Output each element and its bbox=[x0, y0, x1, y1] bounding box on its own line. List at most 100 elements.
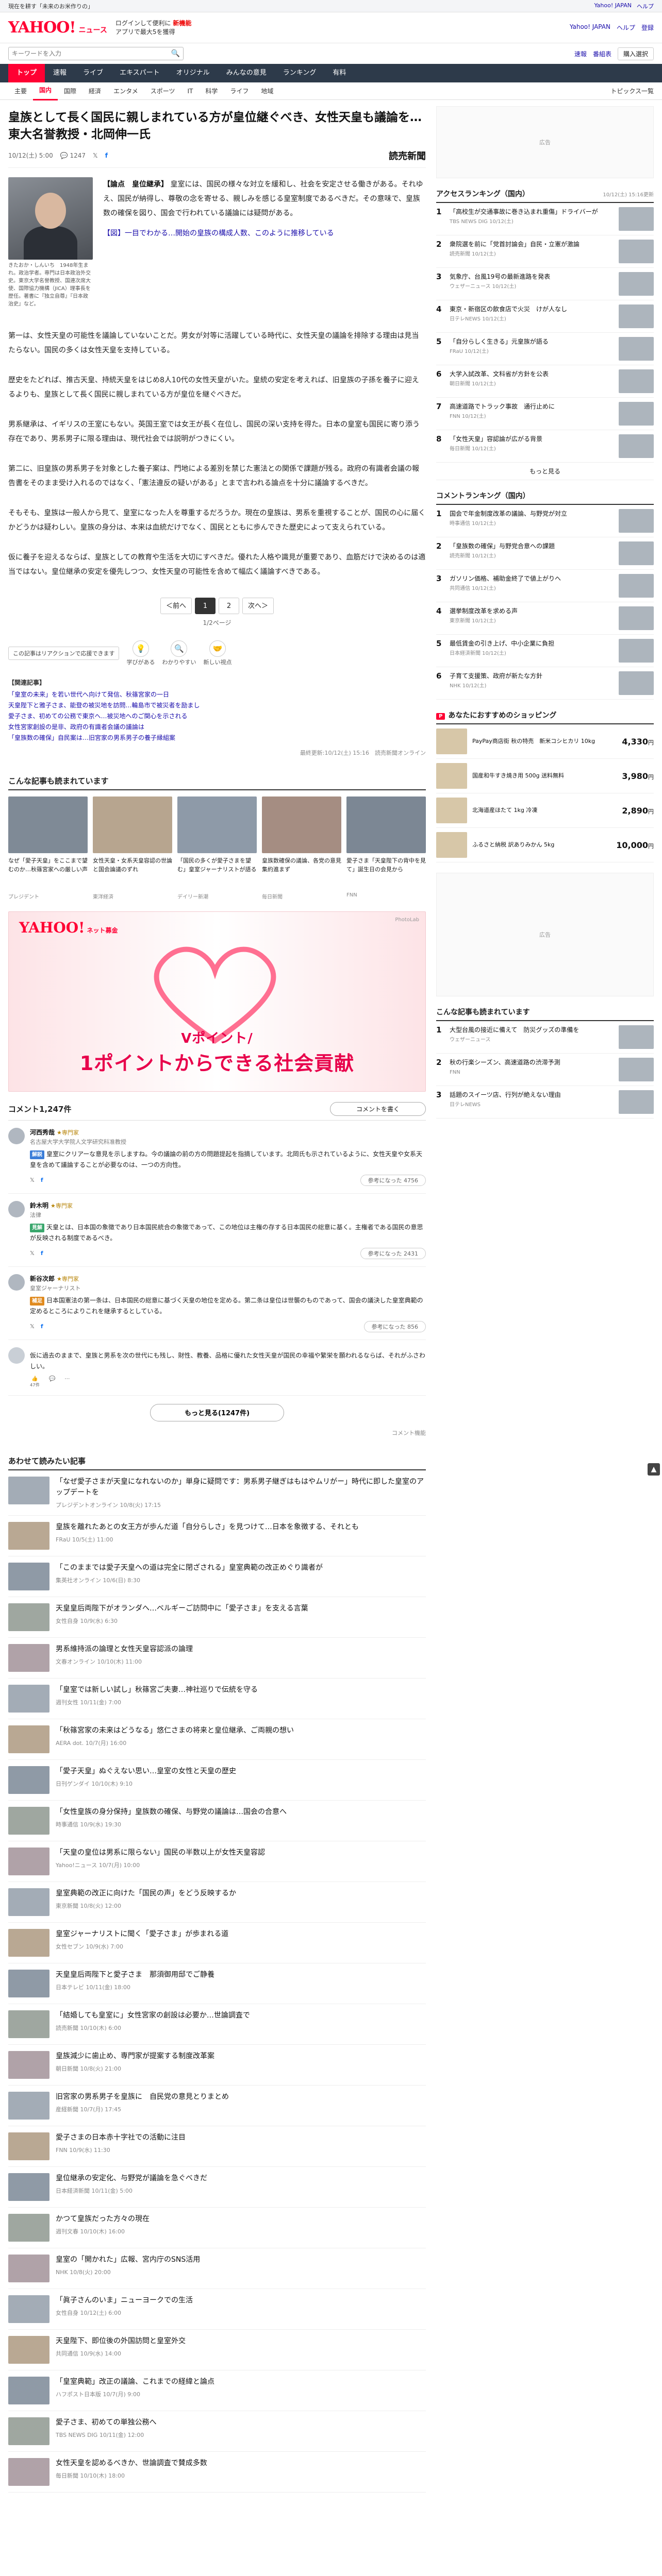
ranking-item[interactable]: 6 子育て支援策、政府が新たな方針 NHK 10/12(土) bbox=[436, 667, 654, 700]
shop-item[interactable]: 国産和牛すき焼き用 500g 送料無料 3,980円 bbox=[436, 759, 654, 793]
header-link-yahoo[interactable]: Yahoo! JAPAN bbox=[570, 23, 610, 32]
pick-card[interactable]: 皇族数確保の議論、各党の意見集約進まず 毎日新聞 bbox=[262, 796, 341, 900]
pick-card[interactable]: 女性天皇・女系天皇容認の世論と国会論議のずれ 東洋経済 bbox=[93, 796, 172, 900]
ranking-item[interactable]: 1 大型台風の接近に備えて 防災グッズの準備を ウェザーニュース bbox=[436, 1021, 654, 1054]
ranking-item[interactable]: 2 「皇族数の確保」与野党合意への課題 読売新聞 10/12(土) bbox=[436, 537, 654, 570]
tab-science[interactable]: 科学 bbox=[199, 82, 224, 100]
comment-author[interactable]: 鈴木明 bbox=[30, 1202, 48, 1209]
related-link[interactable]: 女性宮家創設の是非、政府の有識者会議の議論は bbox=[8, 722, 426, 733]
cat-original[interactable]: オリジナル bbox=[168, 64, 218, 82]
also-read-item[interactable]: 「愛子天皇」ぬぐえない思い…皇室の女性と天皇の歴史 日刊ゲンダイ 10/10(木)… bbox=[8, 1760, 426, 1801]
ranking-item[interactable]: 1 「高校生が交通事故に巻き込まれ重傷」ドライバーが TBS NEWS DIG 10… bbox=[436, 203, 654, 235]
also-read-item[interactable]: 皇室典範の改正に向けた「国民の声」をどう反映するか 東京新聞 10/8(火) 12… bbox=[8, 1882, 426, 1923]
share-facebook-icon[interactable]: f bbox=[41, 1250, 43, 1257]
ranking-item[interactable]: 3 ガソリン価格、補助金終了で値上がりへ 共同通信 10/12(土) bbox=[436, 570, 654, 602]
write-comment-button[interactable]: コメントを書く bbox=[329, 1101, 426, 1116]
tab-domestic[interactable]: 国内 bbox=[33, 81, 58, 100]
scroll-top-button[interactable]: ▲ bbox=[648, 1463, 660, 1476]
also-read-item[interactable]: 「このままでは愛子天皇への道は完全に閉ざされる」皇室典範の改正めぐり識者が 集英社… bbox=[8, 1556, 426, 1598]
ranking-item[interactable]: 4 東京・新宿区の飲食店で火災 けが人なし 日テレNEWS 10/12(土) bbox=[436, 300, 654, 333]
reaction-clear[interactable]: 🔍 わかりやすい bbox=[162, 640, 196, 666]
more-icon[interactable]: ⋯ bbox=[64, 1376, 70, 1388]
sidebar-ad-2[interactable]: 広告 bbox=[436, 873, 654, 996]
ranking-item[interactable]: 2 衆院選を前に「党首討論会」自民・立憲が激論 読売新聞 10/12(土) bbox=[436, 235, 654, 268]
ranking-item[interactable]: 3 話題のスイーツ店、行列が絶えない理由 日テレNEWS bbox=[436, 1086, 654, 1118]
also-read-item[interactable]: 「皇室では新しい試し」秋篠宮ご夫妻…神社巡りで伝統を守る 週刊女性 10/11(金… bbox=[8, 1679, 426, 1720]
cat-opinion[interactable]: みんなの意見 bbox=[218, 64, 275, 82]
ad-banner[interactable]: YAHOO! ネット募金 PhotoLab Vポイント/1ポイントからできる社会貢… bbox=[8, 911, 426, 1092]
comment-author[interactable]: 河西秀哉 bbox=[30, 1129, 55, 1136]
tab-economy[interactable]: 経済 bbox=[82, 82, 107, 100]
ranking-item[interactable]: 7 高速道路でトラック事故 通行止めに FNN 10/12(土) bbox=[436, 398, 654, 430]
share-x-icon[interactable]: 𝕏 bbox=[30, 1177, 35, 1183]
comment-author[interactable]: 新谷次郎 bbox=[30, 1275, 55, 1282]
topics-list-link[interactable]: トピックス一覧 bbox=[610, 87, 654, 95]
sidebar-ad[interactable]: 広告 bbox=[436, 106, 654, 178]
shop-item[interactable]: PayPay商店街 秋の特売 新米コシヒカリ 10kg 4,330円 bbox=[436, 724, 654, 759]
pick-card[interactable]: なぜ「愛子天皇」をここまで望むのか…秋篠宮家への厳しい声 プレジデント bbox=[8, 796, 88, 900]
also-read-item[interactable]: 皇位継承の安定化、与野党が議論を急ぐべきだ 日本経済新聞 10/11(金) 5:0… bbox=[8, 2167, 426, 2208]
also-read-item[interactable]: 「皇室典範」改正の議論、これまでの経緯と論点 ハフポスト日本版 10/7(月) 9… bbox=[8, 2370, 426, 2412]
reply-icon[interactable]: 💬 bbox=[49, 1376, 55, 1388]
shop-item[interactable]: 北海道産ほたて 1kg 冷凍 2,890円 bbox=[436, 793, 654, 828]
share-x-icon[interactable]: 𝕏 bbox=[93, 152, 98, 159]
agree-button[interactable]: 参考になった 4756 bbox=[360, 1174, 426, 1186]
ranking-item[interactable]: 1 国会で年金制度改革の議論、与野党が対立 時事通信 10/12(土) bbox=[436, 505, 654, 537]
like-icon[interactable]: 👍 47件 bbox=[30, 1376, 40, 1388]
ranking-item[interactable]: 3 気象庁、台風19号の最新進路を発表 ウェザーニュース 10/12(土) bbox=[436, 268, 654, 300]
also-read-item[interactable]: 天皇皇后両陛下と愛子さま 那須御用邸でご静養 日本テレビ 10/11(金) 18:… bbox=[8, 1963, 426, 2005]
cat-ranking[interactable]: ランキング bbox=[275, 64, 325, 82]
share-facebook-icon[interactable]: f bbox=[105, 152, 108, 159]
tab-international[interactable]: 国際 bbox=[58, 82, 82, 100]
related-link[interactable]: 愛子さま、初めての公務で東京へ…被災地へのご関心を示される bbox=[8, 711, 426, 722]
top-link-help[interactable]: ヘルプ bbox=[637, 2, 654, 10]
avatar[interactable] bbox=[8, 1274, 25, 1291]
also-read-item[interactable]: 女性天皇を認めるべきか、世論調査で賛成多数 毎日新聞 10/10(木) 18:00 bbox=[8, 2452, 426, 2493]
also-read-item[interactable]: 「女性皇族の身分保持」皇族数の確保、与野党の議論は…国会の合意へ 時事通信 10/… bbox=[8, 1801, 426, 1842]
also-read-item[interactable]: 男系維持派の論理と女性天皇容認派の論理 文春オンライン 10/10(木) 11:0… bbox=[8, 1638, 426, 1679]
ranking-item[interactable]: 5 最低賃金の引き上げ、中小企業に負担 日本経済新聞 10/12(土) bbox=[436, 635, 654, 667]
ranking-item[interactable]: 6 大学入試改革、文科省が方針を公表 朝日新聞 10/12(土) bbox=[436, 365, 654, 398]
top-link-yahoo[interactable]: Yahoo! JAPAN bbox=[594, 2, 632, 10]
search-icon[interactable]: 🔍 bbox=[171, 49, 180, 58]
also-read-item[interactable]: 「天皇の皇位は男系に限らない」国民の半数以上が女性天皇容認 Yahoo!ニュース … bbox=[8, 1841, 426, 1883]
search-link-tv[interactable]: 番組表 bbox=[593, 49, 611, 58]
more-comments-button[interactable]: もっと見る(1247件) bbox=[150, 1403, 284, 1421]
avatar[interactable] bbox=[8, 1200, 25, 1217]
header-link-register[interactable]: 登録 bbox=[641, 23, 654, 32]
cat-expert[interactable]: エキスパート bbox=[111, 64, 168, 82]
share-facebook-icon[interactable]: f bbox=[41, 1323, 43, 1330]
search-link-breaking[interactable]: 速報 bbox=[574, 49, 587, 58]
header-promo[interactable]: ログインして便利に 新機能 アプリで最大5を獲得 bbox=[115, 19, 192, 37]
header-link-help[interactable]: ヘルプ bbox=[617, 23, 635, 32]
also-read-item[interactable]: 皇族減少に歯止め、専門家が提案する制度改革案 朝日新聞 10/8(火) 21:00 bbox=[8, 2045, 426, 2086]
tab-sports[interactable]: スポーツ bbox=[144, 82, 181, 100]
also-read-item[interactable]: 皇族を離れたあとの女王方が歩んだ道「自分らしさ」を見つけて…日本を象徴する、それ… bbox=[8, 1516, 426, 1557]
also-read-item[interactable]: 愛子さまの日本赤十字社での活動に注目 FNN 10/9(水) 11:30 bbox=[8, 2126, 426, 2167]
also-read-item[interactable]: 旧宮家の男系男子を皇族に 自民党の意見とりまとめ 産経新聞 10/7(月) 17:… bbox=[8, 2086, 426, 2127]
share-facebook-icon[interactable]: f bbox=[41, 1177, 43, 1183]
reaction-new-view[interactable]: 🤝 新しい視点 bbox=[203, 640, 231, 666]
cat-breaking[interactable]: 速報 bbox=[45, 64, 75, 82]
avatar[interactable] bbox=[8, 1347, 25, 1364]
ranking-item[interactable]: 5 「自分らしく生きる」元皇族が語る FRaU 10/12(土) bbox=[436, 333, 654, 365]
avatar[interactable] bbox=[8, 1127, 25, 1144]
also-read-item[interactable]: 天皇皇后両陛下がオランダへ…ベルギーご訪問中に「愛子さま」を支える言葉 女性自身 … bbox=[8, 1597, 426, 1638]
related-link[interactable]: 「皇族数の確保」自民案は…旧宮家の男系男子の養子縁組案 bbox=[8, 733, 426, 743]
also-read-item[interactable]: 「なぜ愛子さまが天皇になれないのか」単身に疑問です：男系男子継ぎはもはやムリがー… bbox=[8, 1470, 426, 1516]
pager-page-1[interactable]: 1 bbox=[195, 597, 216, 614]
also-read-item[interactable]: 皇室ジャーナリストに聞く「愛子さま」が歩まれる道 女性セブン 10/9(水) 7:… bbox=[8, 1923, 426, 1964]
tab-region[interactable]: 地域 bbox=[255, 82, 279, 100]
tab-main[interactable]: 主要 bbox=[8, 82, 33, 100]
related-link[interactable]: 「皇室の未来」を若い世代へ向けて発信、秋篠宮家の一日 bbox=[8, 689, 426, 700]
pick-card[interactable]: 「国民の多くが愛子さまを望む」皇室ジャーナリストが語る デイリー新潮 bbox=[177, 796, 257, 900]
related-link[interactable]: 天皇陛下と雅子さま、能登の被災地を訪問…輪島市で被災者を励まし bbox=[8, 700, 426, 711]
tab-life[interactable]: ライフ bbox=[224, 82, 255, 100]
search-input[interactable] bbox=[12, 50, 171, 57]
also-read-item[interactable]: 愛子さま、初めての単独公務へ TBS NEWS DIG 10/11(金) 12:0… bbox=[8, 2411, 426, 2452]
reaction-learn[interactable]: 💡 学びがある bbox=[126, 640, 155, 666]
yahoo-news-logo[interactable]: YAHOO! ニュース bbox=[8, 19, 107, 37]
cat-paid[interactable]: 有料 bbox=[324, 64, 354, 82]
share-x-icon[interactable]: 𝕏 bbox=[30, 1250, 35, 1257]
also-read-item[interactable]: 「結婚しても皇室に」女性宮家の創設は必要か…世論調査で 読売新聞 10/10(木)… bbox=[8, 2004, 426, 2045]
